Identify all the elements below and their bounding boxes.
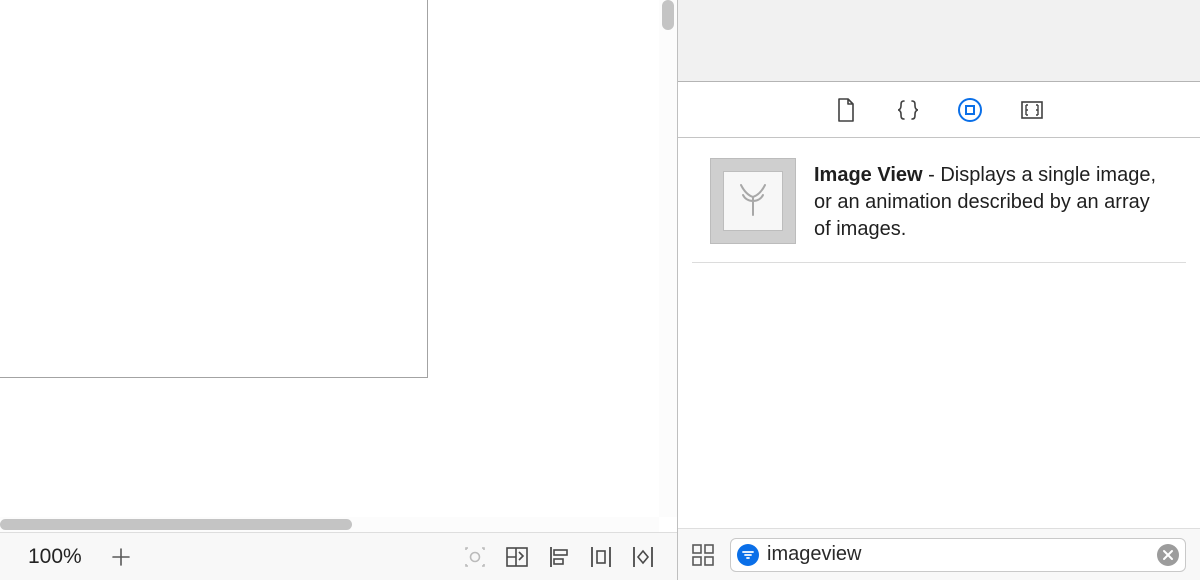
library-item-title: Image View xyxy=(814,164,923,186)
canvas-footer: 100% xyxy=(0,532,677,580)
inspector-header-area xyxy=(678,0,1200,82)
embed-in-stack-icon[interactable] xyxy=(499,539,535,575)
library-footer xyxy=(678,528,1200,580)
resolve-autolayout-icon[interactable] xyxy=(457,539,493,575)
library-item-image-view[interactable]: Image View - Displays a single image, or… xyxy=(692,138,1186,263)
library-item-separator: - xyxy=(923,164,941,186)
filter-active-icon[interactable] xyxy=(737,544,759,566)
zoom-in-button[interactable] xyxy=(106,542,136,572)
library-search-input[interactable] xyxy=(767,543,1157,566)
library-search-field[interactable] xyxy=(730,538,1186,572)
file-template-tab-icon[interactable] xyxy=(832,96,860,124)
clear-search-icon[interactable] xyxy=(1157,544,1179,566)
library-item-thumbnail xyxy=(710,158,796,244)
horizontal-scrollbar-track[interactable] xyxy=(0,517,659,532)
code-snippets-tab-icon[interactable] xyxy=(894,96,922,124)
object-library-tab-icon[interactable] xyxy=(956,96,984,124)
canvas-panel: 100% xyxy=(0,0,678,580)
canvas-artboard[interactable] xyxy=(0,0,428,378)
vertical-scrollbar-thumb[interactable] xyxy=(662,0,674,30)
distribute-horizontal-icon[interactable] xyxy=(583,539,619,575)
vertical-scrollbar-track[interactable] xyxy=(659,0,677,517)
zoom-level-label[interactable]: 100% xyxy=(28,545,82,569)
media-library-tab-icon[interactable] xyxy=(1018,96,1046,124)
library-item-text: Image View - Displays a single image, or… xyxy=(814,158,1162,243)
align-left-icon[interactable] xyxy=(541,539,577,575)
horizontal-scrollbar-thumb[interactable] xyxy=(0,519,352,530)
library-results-list: Image View - Displays a single image, or… xyxy=(678,138,1200,528)
library-tabs xyxy=(678,82,1200,138)
canvas-area[interactable] xyxy=(0,0,659,517)
image-placeholder-icon xyxy=(723,171,783,231)
pin-constraints-icon[interactable] xyxy=(625,539,661,575)
grid-view-toggle-icon[interactable] xyxy=(688,540,718,570)
library-panel: Image View - Displays a single image, or… xyxy=(678,0,1200,580)
